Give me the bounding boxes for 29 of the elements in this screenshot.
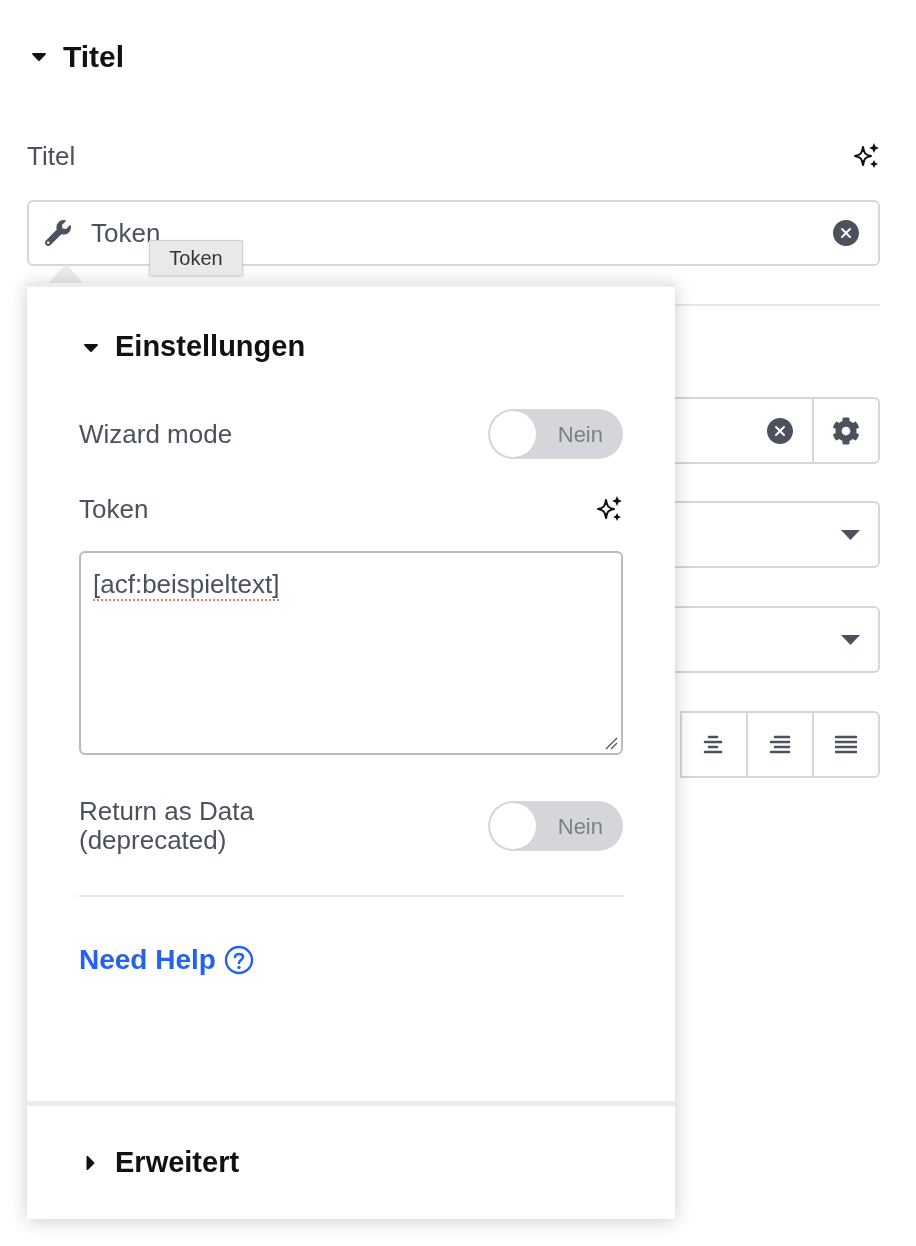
sparkle-icon[interactable]: [852, 142, 880, 170]
align-button[interactable]: [680, 711, 748, 778]
resize-handle-icon[interactable]: [604, 736, 618, 750]
align-justify-icon: [835, 734, 857, 755]
sparkle-icon[interactable]: [595, 495, 623, 523]
field-label: Titel: [27, 139, 76, 173]
align-right-icon: [769, 734, 791, 755]
setting-label: Token: [79, 492, 149, 526]
section-title[interactable]: Erweitert: [115, 1140, 240, 1185]
toggle-state-text: Nein: [557, 812, 603, 841]
setting-label: Return as Data (deprecated): [79, 797, 254, 855]
align-center-icon: [703, 734, 725, 755]
align-button[interactable]: [748, 711, 814, 778]
dropdown-icon: [841, 529, 860, 540]
align-button[interactable]: [814, 711, 880, 778]
setting-label: Wizard mode: [79, 419, 233, 449]
tooltip: Token: [149, 240, 243, 276]
help-link[interactable]: Need Help: [79, 939, 216, 981]
token-textarea[interactable]: [acf:beispieltext]: [79, 551, 623, 755]
section-title[interactable]: Titel: [63, 33, 125, 79]
textarea-value: [acf:beispieltext]: [93, 569, 280, 599]
clear-icon[interactable]: [830, 217, 862, 249]
toggle-state-text: Nein: [557, 420, 603, 449]
dropdown-icon: [841, 634, 860, 645]
settings-icon: [832, 416, 860, 445]
input-field[interactable]: [675, 397, 880, 464]
wrench-icon: [45, 220, 71, 246]
help-icon[interactable]: [223, 945, 254, 975]
section-title[interactable]: Einstellungen: [115, 325, 306, 369]
